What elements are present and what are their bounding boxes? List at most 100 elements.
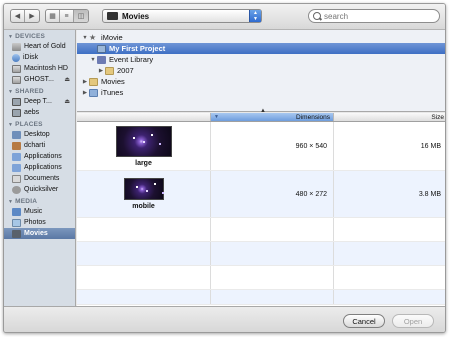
sidebar-item[interactable]: Applications	[4, 162, 75, 173]
drive-icon	[12, 42, 21, 51]
cancel-button[interactable]: Cancel	[343, 314, 385, 328]
sidebar-item[interactable]: Heart of Gold	[4, 41, 75, 52]
tree-item[interactable]: ▼ ★ iMovie	[77, 32, 445, 43]
empty-row	[77, 218, 445, 242]
empty-cell	[211, 242, 334, 265]
photos-icon	[12, 218, 21, 227]
sidebar-item-label: Heart of Gold	[24, 43, 66, 50]
sidebar-item[interactable]: Documents	[4, 173, 75, 184]
column-view-icon[interactable]: ◫	[74, 10, 88, 22]
column-header-dimensions[interactable]: ▼ Dimensions	[211, 113, 334, 121]
music-icon	[12, 207, 21, 216]
disclosure-triangle-icon[interactable]: ▼	[8, 34, 13, 40]
sidebar-item[interactable]: Macintosh HD	[4, 63, 75, 74]
media-name: mobile	[132, 203, 155, 210]
sidebar-item-label: iDisk	[23, 54, 39, 61]
sidebar-section-header[interactable]: ▼ PLACES	[4, 118, 75, 129]
sidebar: ▼ DEVICES Heart of Gold iDisk Macintosh HD GH…	[4, 30, 76, 306]
sidebar-item-label: Documents	[24, 175, 60, 182]
tree-item[interactable]: ▶ 2007	[77, 65, 445, 76]
network-computer-icon	[12, 97, 21, 106]
tree-item[interactable]: ▼ Event Library	[77, 54, 445, 65]
location-label: Movies	[122, 11, 150, 21]
sidebar-item[interactable]: dcharti	[4, 140, 75, 151]
sidebar-item-label: Movies	[24, 230, 48, 237]
eject-icon[interactable]: ⏏	[64, 98, 70, 105]
table-row[interactable]: mobile 480 × 272 3.8 MB	[77, 171, 445, 218]
back-arrow-icon[interactable]: ◀	[11, 10, 25, 22]
location-popup[interactable]: Movies ▲ ▼	[102, 9, 262, 23]
disclosure-triangle-icon[interactable]: ▶	[81, 90, 89, 96]
sidebar-section-header[interactable]: ▼ DEVICES	[4, 30, 75, 41]
sidebar-item[interactable]: Photos	[4, 217, 75, 228]
empty-row	[77, 266, 445, 290]
popup-arrows-icon: ▲ ▼	[249, 10, 261, 22]
sidebar-item[interactable]: Applications	[4, 151, 75, 162]
search-field[interactable]	[308, 9, 440, 23]
sidebar-item-label: GHOST...	[24, 76, 54, 83]
empty-cell	[77, 266, 211, 289]
media-name-cell: large	[77, 122, 211, 170]
disclosure-triangle-icon[interactable]: ▶	[81, 79, 89, 85]
sidebar-item[interactable]: Desktop	[4, 129, 75, 140]
disclosure-triangle-icon[interactable]: ▼	[81, 35, 89, 41]
sidebar-item-label: Music	[24, 208, 43, 215]
sidebar-item[interactable]: GHOST... ⏏	[4, 74, 75, 85]
button-bar: Cancel Open	[4, 306, 445, 332]
sidebar-section-header[interactable]: ▼ SHARED	[4, 85, 75, 96]
sidebar-item[interactable]: Movies	[4, 228, 75, 239]
size-cell: 3.8 MB	[418, 190, 441, 198]
sidebar-item-label: dcharti	[24, 142, 46, 149]
section-title: SHARED	[15, 88, 44, 95]
event-library-icon	[97, 55, 106, 64]
tree-item-label: Movies	[101, 77, 125, 86]
hard-drive-icon	[12, 75, 21, 84]
tree-item-label: My First Project	[109, 44, 166, 53]
project-icon	[97, 44, 106, 53]
column-header-size[interactable]: Size	[334, 113, 445, 121]
sidebar-item[interactable]: iDisk	[4, 52, 75, 63]
sidebar-item-label: Photos	[24, 219, 46, 226]
applications-icon	[12, 163, 21, 172]
open-button[interactable]: Open	[392, 314, 434, 328]
file-open-dialog: ◀ ▶ ▦ ≡ ◫ Movies ▲▼ ▼DEVICES Heart of Gol…	[3, 3, 446, 333]
sidebar-item[interactable]: Quicksilver	[4, 184, 75, 195]
disclosure-triangle-icon[interactable]: ▼	[8, 199, 13, 205]
dimensions-header-label: Dimensions	[296, 113, 330, 121]
empty-cell	[77, 290, 211, 304]
forward-arrow-icon[interactable]: ▶	[25, 10, 39, 22]
movie-thumbnail	[123, 178, 164, 200]
hard-drive-icon	[12, 64, 21, 73]
sidebar-section-header[interactable]: ▼ MEDIA	[4, 195, 75, 206]
eject-icon[interactable]: ⏏	[64, 76, 70, 83]
tree-item-label: iMovie	[101, 33, 123, 42]
movie-thumbnail	[115, 125, 172, 157]
media-table: ▼ Dimensions Size large 960 × 540 16 MB …	[77, 113, 445, 306]
media-name: large	[135, 159, 152, 167]
column-header-name[interactable]	[77, 113, 211, 121]
disclosure-triangle-icon[interactable]: ▼	[8, 89, 13, 95]
tree-item[interactable]: My First Project	[77, 43, 445, 54]
network-icon	[12, 108, 21, 117]
icon-view-icon[interactable]: ▦	[46, 10, 60, 22]
sidebar-item-label: Applications	[24, 164, 62, 171]
disclosure-triangle-icon[interactable]: ▼	[8, 122, 13, 128]
sidebar-item[interactable]: Music	[4, 206, 75, 217]
desktop-icon	[12, 130, 21, 139]
search-icon	[313, 11, 322, 21]
quicksilver-icon	[12, 185, 21, 194]
sidebar-item[interactable]: aebs	[4, 107, 75, 118]
tree-item[interactable]: ▶ Movies	[77, 76, 445, 87]
media-name-cell: mobile	[77, 171, 211, 217]
documents-icon	[12, 174, 21, 183]
search-input[interactable]	[324, 11, 434, 21]
list-view-icon[interactable]: ≡	[60, 10, 74, 22]
section-title: PLACES	[15, 121, 43, 128]
sidebar-item[interactable]: Deep T... ⏏	[4, 96, 75, 107]
disclosure-triangle-icon[interactable]: ▼	[89, 57, 97, 63]
disclosure-triangle-icon[interactable]: ▶	[97, 68, 105, 74]
table-row[interactable]: large 960 × 540 16 MB	[77, 122, 445, 171]
folder-icon	[89, 77, 98, 86]
tree-item[interactable]: ▶ iTunes	[77, 87, 445, 98]
empty-cell	[334, 290, 445, 304]
